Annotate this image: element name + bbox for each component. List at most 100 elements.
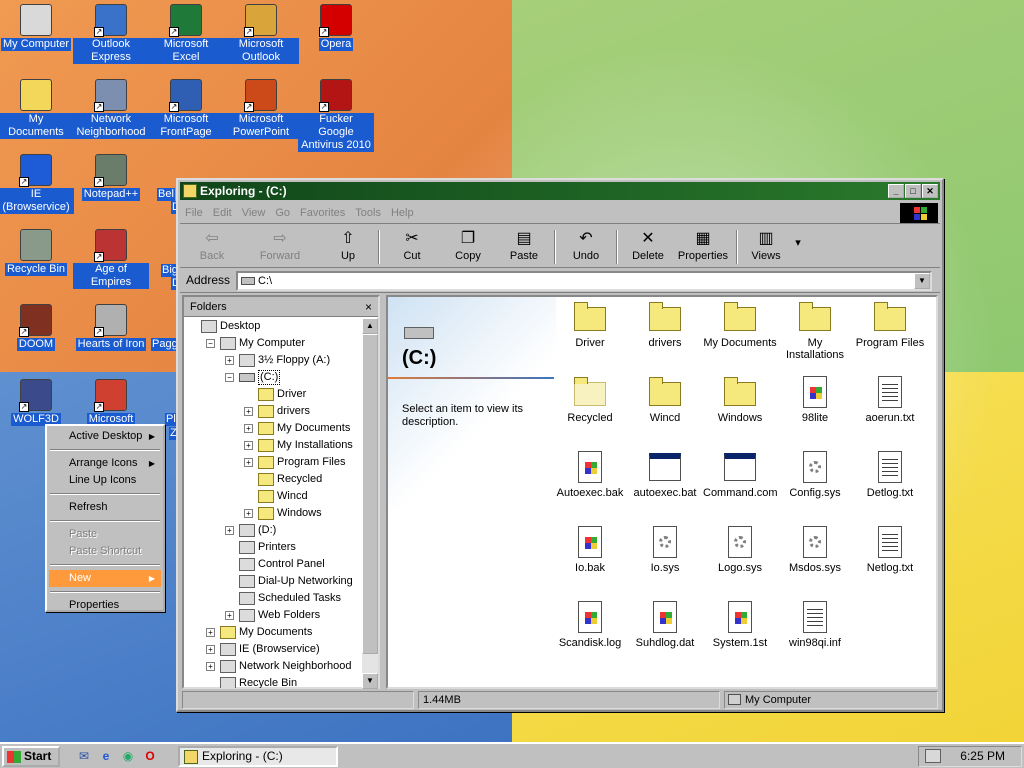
menu-go[interactable]: Go [270, 202, 295, 224]
quicklaunch-outlook-icon[interactable]: ✉ [76, 748, 92, 764]
file-item[interactable]: Netlog.txt [853, 526, 927, 574]
desktop-icon[interactable]: ↗ Microsoft FrontPage [148, 79, 224, 139]
desktop-icon[interactable]: ↗ Opera [298, 4, 374, 51]
tree-item[interactable]: Recycled [184, 471, 364, 488]
context-menu-item-paste[interactable]: Paste [49, 526, 161, 543]
up-button[interactable]: ⇧ Up [328, 230, 368, 264]
expand-icon[interactable]: + [225, 356, 234, 365]
maximize-button[interactable]: □ [905, 184, 921, 198]
delete-button[interactable]: ✕ Delete [626, 230, 670, 264]
expand-icon[interactable]: + [244, 424, 253, 433]
file-item[interactable]: Config.sys [778, 451, 852, 499]
desktop-icon[interactable]: Recycle Bin [0, 229, 74, 276]
desktop-icon-label-partial[interactable]: Pl [165, 413, 177, 426]
clock[interactable]: 6:25 PM [960, 747, 1005, 766]
desktop-icon[interactable]: ↗ Fucker Google Antivirus 2010 [298, 79, 374, 152]
tree-item[interactable]: + Web Folders [184, 607, 364, 624]
file-item[interactable]: Command.com [703, 451, 778, 499]
desktop-icon[interactable]: ↗ DOOM [0, 304, 74, 351]
views-button[interactable]: ▥ Views [746, 230, 786, 264]
copy-button[interactable]: ❐ Copy [446, 230, 490, 264]
file-item[interactable]: aoerun.txt [853, 376, 927, 424]
context-menu-item-properties[interactable]: Properties [49, 597, 161, 614]
menu-view[interactable]: View [237, 202, 271, 224]
tree-item[interactable]: Printers [184, 539, 364, 556]
file-item[interactable]: Io.sys [628, 526, 702, 574]
file-item[interactable]: Windows [703, 376, 777, 424]
expand-icon[interactable]: + [225, 611, 234, 620]
file-item[interactable]: autoexec.bat [628, 451, 702, 499]
address-input[interactable]: C:\ ▼ [236, 271, 932, 291]
desktop-icon[interactable]: ↗ WOLF3D [0, 379, 74, 426]
tree-item[interactable]: Control Panel [184, 556, 364, 573]
window-titlebar[interactable]: Exploring - (C:) _ □ ✕ [180, 182, 940, 200]
paste-button[interactable]: ▤ Paste [502, 230, 546, 264]
context-menu-item-paste-shortcut[interactable]: Paste Shortcut [49, 543, 161, 560]
file-item[interactable]: My Documents [703, 301, 777, 349]
file-item[interactable]: Suhdlog.dat [628, 601, 702, 649]
desktop-icon[interactable]: ↗ Microsoft Excel [148, 4, 224, 64]
file-item[interactable]: Autoexec.bak [553, 451, 627, 499]
tree-item[interactable]: + drivers [184, 403, 364, 420]
tree-item[interactable]: + Windows [184, 505, 364, 522]
desktop-icon[interactable]: ↗ Hearts of Iron [73, 304, 149, 351]
start-button[interactable]: Start [2, 746, 60, 767]
expand-icon[interactable]: + [244, 441, 253, 450]
file-item[interactable]: Logo.sys [703, 526, 777, 574]
expand-icon[interactable]: + [244, 509, 253, 518]
desktop-icon-label-partial[interactable]: Bel [157, 188, 175, 201]
expand-icon[interactable]: + [225, 526, 234, 535]
menu-edit[interactable]: Edit [208, 202, 237, 224]
quicklaunch-ie-icon[interactable]: e [98, 748, 114, 764]
expand-icon[interactable]: + [244, 407, 253, 416]
tree-item[interactable]: + My Documents [184, 420, 364, 437]
quicklaunch-opera-icon[interactable]: O [142, 748, 158, 764]
desktop-icon[interactable]: ↗ IE (Browservice) [0, 154, 74, 214]
minimize-button[interactable]: _ [888, 184, 904, 198]
tree-scrollbar[interactable]: ▲ ▼ [362, 318, 378, 689]
address-dropdown-button[interactable]: ▼ [914, 273, 930, 289]
tree-item[interactable]: + Program Files [184, 454, 364, 471]
tree-item[interactable]: + IE (Browservice) [184, 641, 364, 658]
quicklaunch-channel-icon[interactable]: ◉ [120, 748, 136, 764]
file-item[interactable]: Msdos.sys [778, 526, 852, 574]
tree-item[interactable]: − My Computer [184, 335, 364, 352]
cut-button[interactable]: ✂ Cut [392, 230, 432, 264]
context-menu-item-arrange-icons[interactable]: Arrange Icons ▶ [49, 455, 161, 472]
desktop-icon[interactable]: ↗ Microsoft [73, 379, 149, 426]
desktop-icon-label-partial[interactable]: Pagg [151, 338, 179, 351]
file-item[interactable]: drivers [628, 301, 702, 349]
menu-tools[interactable]: Tools [350, 202, 386, 224]
context-menu-item-refresh[interactable]: Refresh [49, 499, 161, 516]
tree-item[interactable]: Wincd [184, 488, 364, 505]
tree-item[interactable]: + My Documents [184, 624, 364, 641]
context-menu-item-line-up-icons[interactable]: Line Up Icons [49, 472, 161, 489]
desktop-icon[interactable]: ↗ Network Neighborhood [73, 79, 149, 139]
file-item[interactable]: System.1st [703, 601, 777, 649]
desktop-icon[interactable]: ↗ Age of Empires [73, 229, 149, 289]
file-item[interactable]: Scandisk.log [553, 601, 627, 649]
file-item[interactable]: 98lite [778, 376, 852, 424]
expand-icon[interactable]: + [206, 628, 215, 637]
tree-item[interactable]: Driver [184, 386, 364, 403]
close-button[interactable]: ✕ [922, 184, 938, 198]
expand-icon[interactable]: + [244, 458, 253, 467]
context-menu-item-active-desktop[interactable]: Active Desktop ▶ [49, 428, 161, 445]
expand-icon[interactable]: + [206, 645, 215, 654]
desktop-icon[interactable]: ↗ Notepad++ [73, 154, 149, 201]
folders-close-button[interactable]: × [365, 297, 372, 317]
tree-item[interactable]: + Network Neighborhood [184, 658, 364, 675]
properties-button[interactable]: ▦ Properties [676, 230, 730, 264]
collapse-icon[interactable]: − [225, 373, 234, 382]
scroll-thumb[interactable] [362, 334, 378, 654]
file-item[interactable]: My Installations [778, 301, 852, 361]
taskbar-button-explorer[interactable]: Exploring - (C:) [178, 746, 338, 767]
desktop-icon[interactable]: ↗ Microsoft PowerPoint [223, 79, 299, 139]
tree-item[interactable]: − (C:) [184, 369, 364, 386]
desktop-icon[interactable]: ↗ Microsoft Outlook [223, 4, 299, 64]
menu-file[interactable]: File [180, 202, 208, 224]
file-item[interactable]: Recycled [553, 376, 627, 424]
tree-item[interactable]: Recycle Bin [184, 675, 364, 688]
forward-button[interactable]: ⇨ Forward [250, 230, 310, 264]
tree-item[interactable]: Scheduled Tasks [184, 590, 364, 607]
